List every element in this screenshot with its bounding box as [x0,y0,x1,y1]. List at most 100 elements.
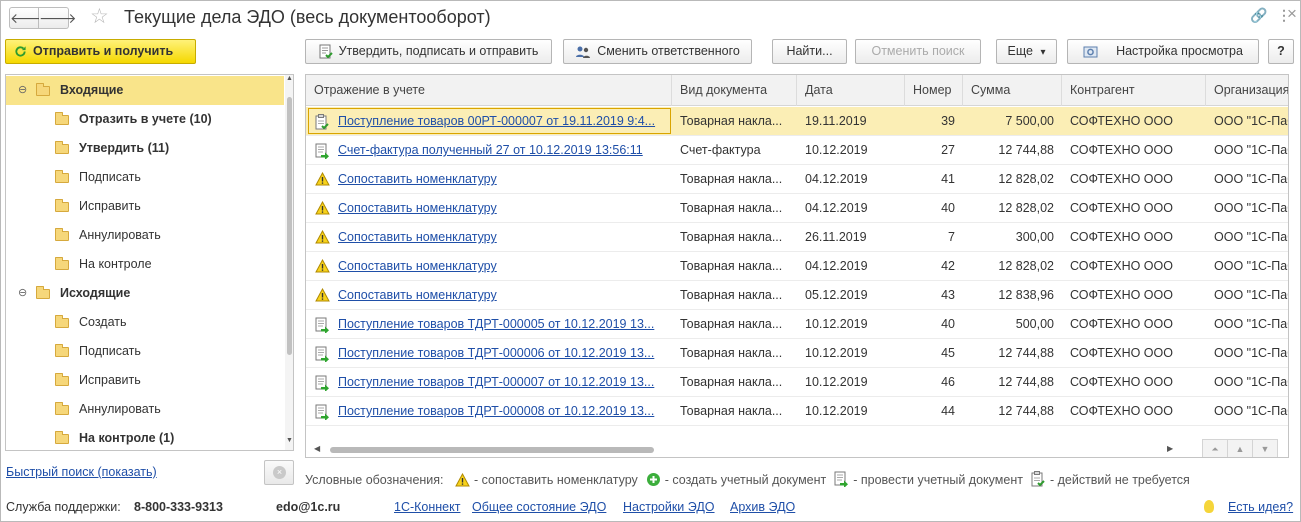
scroll-down-arrow-icon[interactable]: ▼ [286,437,293,444]
tree-item-label: Аннулировать [79,402,161,416]
table-row[interactable]: Поступление товаров 00РТ-000007 от 19.11… [306,107,1288,136]
table-row[interactable]: Счет-фактура полученный 27 от 10.12.2019… [306,136,1288,165]
view-settings-button[interactable]: Настройка просмотра [1067,39,1259,64]
table-row[interactable]: Поступление товаров ТДРТ-000008 от 10.12… [306,397,1288,426]
tree-item-label: Отразить в учете (10) [79,112,212,126]
clear-search-button[interactable]: × [264,460,294,485]
collapse-icon[interactable]: ⊖ [18,76,27,105]
view-settings-label: Настройка просмотра [1116,44,1243,58]
scroll-up-arrow-icon[interactable]: ▲ [286,75,293,82]
table-row[interactable]: Сопоставить номенклатуру Товарная накла..… [306,252,1288,281]
tree-item-folder[interactable]: Создать [6,308,284,337]
favorite-star-icon[interactable]: ☆ [90,4,109,29]
cell-counterparty: СОФТЕХНО ООО [1070,259,1173,273]
tree-item-group[interactable]: ⊖ Входящие [6,76,284,105]
tree-item-folder[interactable]: Подписать [6,337,284,366]
idea-link[interactable]: Есть идея? [1228,500,1293,514]
tree-item-folder[interactable]: Утвердить (11) [6,134,284,163]
folder-icon [55,170,69,183]
cell-type: Товарная накла... [680,230,783,244]
page-first-icon[interactable]: ⏶ [1202,439,1228,457]
tree-item-folder[interactable]: На контроле [6,250,284,279]
table-row[interactable]: Поступление товаров ТДРТ-000006 от 10.12… [306,339,1288,368]
column-header[interactable]: Контрагент [1062,75,1206,106]
cell-date: 10.12.2019 [805,346,868,360]
cell-counterparty: СОФТЕХНО ООО [1070,404,1173,418]
table-row[interactable]: Сопоставить номенклатуру Товарная накла..… [306,165,1288,194]
tree-scrollbar[interactable]: ▲ ▼ [285,75,293,450]
column-header[interactable]: Сумма [963,75,1062,106]
cell-doc[interactable]: Сопоставить номенклатуру [306,252,672,281]
more-menu-button[interactable]: Еще ▾ [996,39,1057,64]
link-edo-status[interactable]: Общее состояние ЭДО [472,500,606,514]
quick-search-link[interactable]: Быстрый поиск (показать) [6,465,157,479]
cancel-search-button[interactable]: Отменить поиск [855,39,981,64]
cell-sum: 12 828,02 [998,201,1054,215]
back-button[interactable]: 🡐 [9,7,48,29]
column-header[interactable]: Номер [905,75,963,106]
cell-doc[interactable]: Поступление товаров ТДРТ-000007 от 10.12… [306,368,672,397]
tree-item-group[interactable]: ⊖ Исходящие [6,279,284,308]
cell-doc[interactable]: Сопоставить номенклатуру [306,165,672,194]
cell-doc[interactable]: Сопоставить номенклатуру [306,281,672,310]
cell-doc[interactable]: Сопоставить номенклатуру [306,223,672,252]
horizontal-scroll-thumb[interactable] [330,447,654,453]
tree-item-folder[interactable]: Аннулировать [6,221,284,250]
more-label: Еще [1007,44,1033,58]
cell-counterparty: СОФТЕХНО ООО [1070,114,1173,128]
cell-doc[interactable]: Сопоставить номенклатуру [306,194,672,223]
find-button[interactable]: Найти... [772,39,847,64]
table-row[interactable]: Сопоставить номенклатуру Товарная накла..… [306,194,1288,223]
refresh-icon [15,46,26,57]
help-button[interactable]: ? [1268,39,1294,64]
link-edo-settings[interactable]: Настройки ЭДО [623,500,715,514]
link-icon[interactable]: 🔗 [1250,7,1267,24]
collapse-icon[interactable]: ⊖ [18,279,27,308]
document-approve-icon [319,44,333,59]
table-row[interactable]: Поступление товаров ТДРТ-000007 от 10.12… [306,368,1288,397]
scroll-left-arrow-icon[interactable]: ◀ [314,444,320,453]
scroll-right-arrow-icon[interactable]: ▶ [1167,444,1173,453]
cell-date: 10.12.2019 [805,317,868,331]
cell-doc[interactable]: Поступление товаров ТДРТ-000005 от 10.12… [306,310,672,339]
cell-doc[interactable]: Счет-фактура полученный 27 от 10.12.2019… [306,136,672,165]
close-icon[interactable]: × [1287,4,1297,24]
title-bar: 🡐 🡒 ☆ Текущие дела ЭДО (весь документооб… [1,1,1300,35]
cell-doc[interactable]: Поступление товаров ТДРТ-000006 от 10.12… [306,339,672,368]
tree-scroll-thumb[interactable] [287,97,292,355]
forward-button[interactable]: 🡒 [39,7,77,29]
table-row[interactable]: Сопоставить номенклатуру Товарная накла..… [306,281,1288,310]
tree-item-folder[interactable]: Отразить в учете (10) [6,105,284,134]
folder-icon [55,373,69,386]
change-responsible-button[interactable]: Сменить ответственного [563,39,752,64]
column-header[interactable]: Вид документа [672,75,797,106]
link-1c-connect[interactable]: 1С-Коннект [394,500,460,514]
cell-counterparty: СОФТЕХНО ООО [1070,317,1173,331]
tree-item-folder[interactable]: Исправить [6,366,284,395]
send-receive-button[interactable]: Отправить и получить [5,39,196,64]
column-header[interactable]: Отражение в учете [306,75,672,106]
tree-item-folder[interactable]: Аннулировать [6,395,284,424]
tree-item-folder[interactable]: Подписать [6,163,284,192]
page-down-icon[interactable]: ▼ [1252,439,1278,457]
folder-icon [55,141,69,154]
page-up-icon[interactable]: ▲ [1227,439,1253,457]
cell-counterparty: СОФТЕХНО ООО [1070,143,1173,157]
table-row[interactable]: Сопоставить номенклатуру Товарная накла..… [306,223,1288,252]
column-header[interactable]: Дата [797,75,905,106]
tree-item-label: Исправить [79,199,141,213]
table-row[interactable]: Поступление товаров ТДРТ-000005 от 10.12… [306,310,1288,339]
tree-item-folder[interactable]: Исправить [6,192,284,221]
send-receive-label: Отправить и получить [33,44,174,58]
column-header[interactable]: Организация [1206,75,1288,106]
cell-doc[interactable]: Поступление товаров ТДРТ-000008 от 10.12… [306,397,672,426]
link-edo-archive[interactable]: Архив ЭДО [730,500,795,514]
table-header: Отражение в учете Вид документа Дата Номер С… [306,75,1288,106]
horizontal-scrollbar[interactable]: ◀ ▶ [312,444,1177,455]
legend-item: - создать учетный документ [646,472,826,490]
tree-item-folder[interactable]: На контроле (1) [6,424,284,450]
approve-sign-send-button[interactable]: Утвердить, подписать и отправить [305,39,552,64]
cell-doc[interactable]: Поступление товаров 00РТ-000007 от 19.11… [306,107,672,136]
legend-text: - действий не требуется [1049,473,1190,487]
cell-number: 41 [941,172,955,186]
